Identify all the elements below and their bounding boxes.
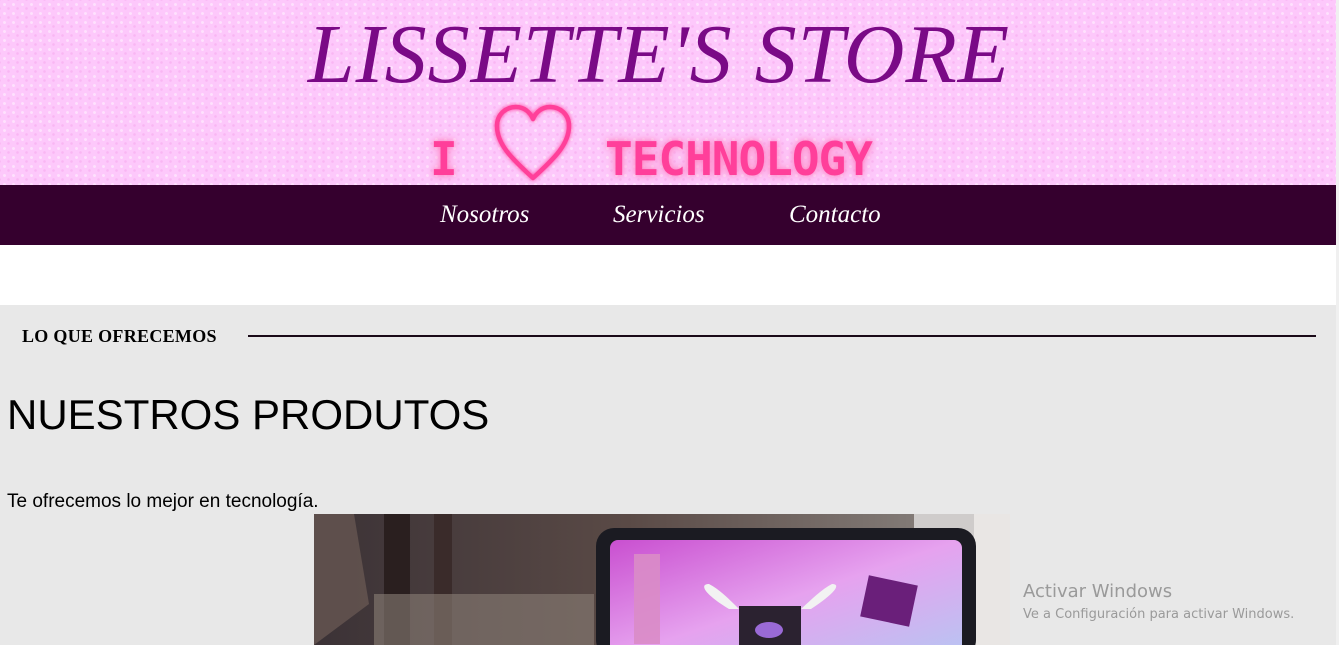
watermark-title: Activar Windows <box>1023 581 1173 602</box>
product-image <box>314 514 1010 645</box>
section-label: LO QUE OFRECEMOS <box>22 326 217 346</box>
nav-link-servicios[interactable]: Servicios <box>613 199 705 231</box>
main-nav: Nosotros Servicios Contacto <box>0 185 1336 245</box>
neon-banner: I TECHNOLOGY <box>0 98 1318 184</box>
products-heading: NUESTROS PRODUTOS <box>7 391 490 438</box>
store-title: LISSETTE'S STORE <box>307 8 1011 101</box>
neon-text-technology: TECHNOLOGY <box>605 132 873 185</box>
spacer-band <box>0 245 1336 305</box>
intro-text: Te ofrecemos lo mejor en tecnología. <box>7 491 319 512</box>
nav-link-contacto[interactable]: Contacto <box>789 199 881 231</box>
heart-outline-icon <box>494 104 572 181</box>
site-header: LISSETTE'S STORE I TECHNOLOGY <box>0 0 1336 185</box>
windows-activation-watermark: Activar Windows Ve a Configuración para … <box>1023 580 1294 624</box>
watermark-subtitle: Ve a Configuración para activar Windows. <box>1023 607 1295 622</box>
neon-text-i: I <box>430 132 458 185</box>
nav-link-nosotros[interactable]: Nosotros <box>440 199 529 231</box>
section-divider <box>248 335 1316 337</box>
